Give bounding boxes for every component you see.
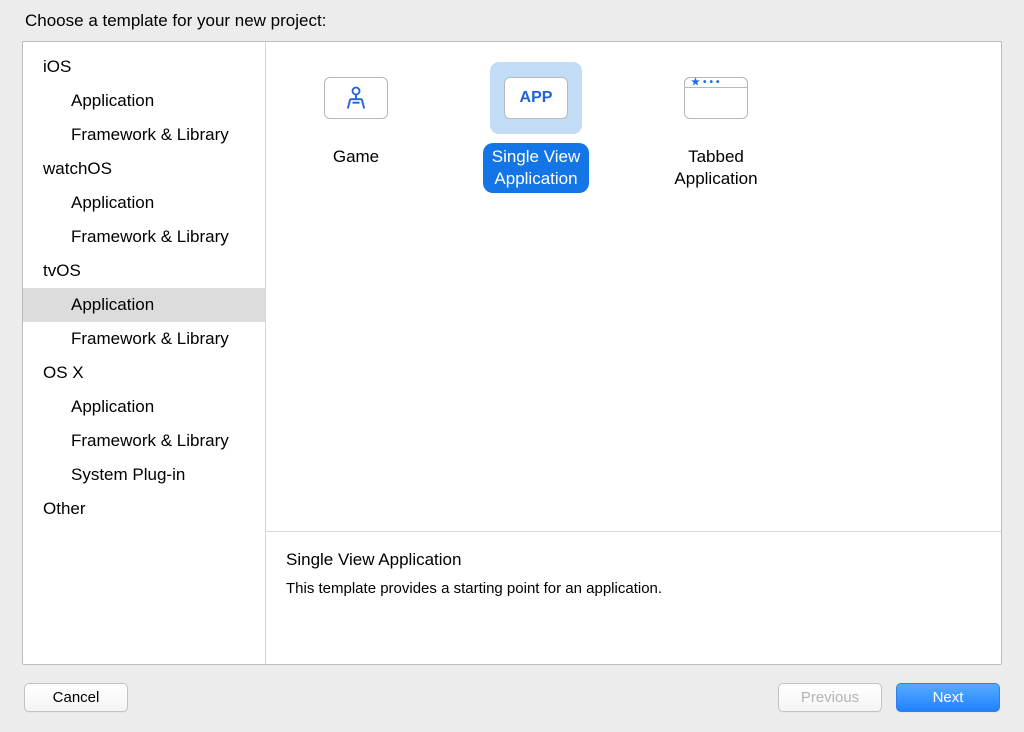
sidebar-platform-tvos[interactable]: tvOS — [23, 254, 265, 288]
sidebar-item-ios-application[interactable]: Application — [23, 84, 265, 118]
sidebar-item-tvos-application[interactable]: Application — [23, 288, 265, 322]
main-panel: iOS Application Framework & Library watc… — [22, 41, 1002, 665]
sidebar-platform-watchos[interactable]: watchOS — [23, 152, 265, 186]
sidebar-item-tvos-framework[interactable]: Framework & Library — [23, 322, 265, 356]
cancel-button[interactable]: Cancel — [24, 683, 128, 712]
sidebar-platform-other[interactable]: Other — [23, 492, 265, 526]
tabbed-window-icon: ★••• — [684, 77, 748, 119]
template-grid: Game APP Single ViewApplication ★••• Tab… — [266, 42, 1001, 531]
content-area: Game APP Single ViewApplication ★••• Tab… — [266, 42, 1001, 664]
game-controller-icon — [324, 77, 388, 119]
sidebar-item-osx-framework[interactable]: Framework & Library — [23, 424, 265, 458]
button-row: Cancel Previous Next — [22, 665, 1002, 712]
template-tabbed[interactable]: ★••• TabbedApplication — [656, 62, 776, 193]
template-label: Game — [324, 143, 388, 171]
template-label: Single ViewApplication — [483, 143, 590, 193]
template-game[interactable]: Game — [296, 62, 416, 171]
detail-panel: Single View Application This template pr… — [266, 531, 1001, 664]
sidebar-item-watchos-framework[interactable]: Framework & Library — [23, 220, 265, 254]
template-label: TabbedApplication — [665, 143, 766, 193]
sidebar: iOS Application Framework & Library watc… — [23, 42, 266, 664]
detail-title: Single View Application — [286, 550, 981, 570]
next-button[interactable]: Next — [896, 683, 1000, 712]
sidebar-item-ios-framework[interactable]: Framework & Library — [23, 118, 265, 152]
detail-description: This template provides a starting point … — [286, 580, 981, 597]
sidebar-item-watchos-application[interactable]: Application — [23, 186, 265, 220]
previous-button: Previous — [778, 683, 882, 712]
template-single-view[interactable]: APP Single ViewApplication — [476, 62, 596, 193]
sidebar-item-osx-systemplugin[interactable]: System Plug-in — [23, 458, 265, 492]
sidebar-item-osx-application[interactable]: Application — [23, 390, 265, 424]
sidebar-platform-ios[interactable]: iOS — [23, 50, 265, 84]
app-text-icon: APP — [504, 77, 568, 119]
sidebar-platform-osx[interactable]: OS X — [23, 356, 265, 390]
dialog-title: Choose a template for your new project: — [25, 11, 1002, 31]
